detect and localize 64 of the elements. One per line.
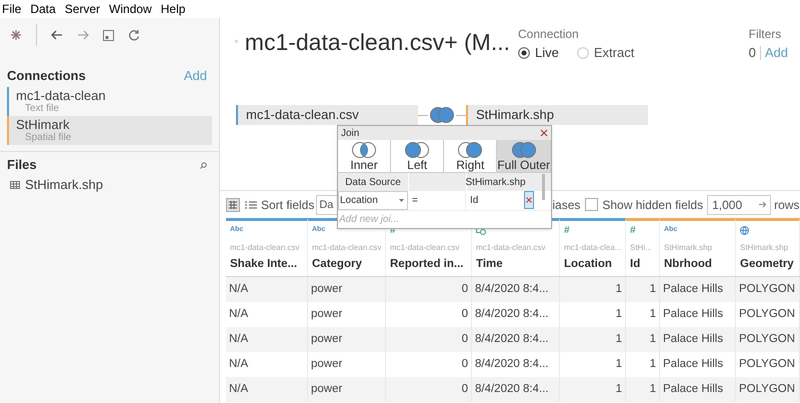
caret-icon [399, 199, 404, 202]
filter-count: 0 [748, 44, 756, 62]
table-cell: Palace Hills [660, 377, 736, 402]
checkbox[interactable] [585, 198, 598, 211]
sort-label: Sort fields [261, 196, 314, 214]
close-icon[interactable] [526, 197, 532, 203]
table-icon [10, 181, 20, 189]
globe-icon [740, 226, 749, 234]
table-pill[interactable]: StHimark.shp [466, 105, 648, 125]
connection-item[interactable]: mc1-data-clean Text file [7, 87, 212, 116]
search-icon[interactable] [200, 162, 207, 168]
rows-label: rows [774, 196, 800, 214]
remove-button[interactable] [524, 191, 534, 209]
radio-label[interactable]: Extract [594, 43, 634, 62]
table-pill[interactable]: mc1-data-clean.csv [236, 105, 418, 125]
table-cell: 8/4/2020 8:4... [472, 377, 560, 402]
field-dropdown[interactable]: Id [466, 191, 524, 210]
arrow-icon[interactable] [759, 201, 766, 208]
section-title: Files [7, 156, 37, 174]
radio-button[interactable] [518, 46, 530, 59]
type-icon: # [630, 222, 636, 238]
logo-icon[interactable] [10, 29, 22, 41]
close-icon[interactable] [540, 129, 548, 137]
table-cell: power [308, 377, 386, 402]
menu-item[interactable]: Data [30, 0, 56, 18]
type-icon: # [564, 222, 570, 238]
menu-item[interactable]: Server [64, 0, 100, 18]
table-cell: 0 [386, 377, 472, 402]
grid-view-icon[interactable] [226, 198, 240, 212]
aliases-label[interactable]: iases [552, 196, 580, 214]
rows-field[interactable]: 1,000 [707, 194, 772, 214]
column-heading: StHimark.shp [466, 173, 524, 191]
join-type-button[interactable]: Inner [338, 140, 392, 172]
list-view-icon[interactable] [245, 200, 257, 210]
forward-icon[interactable] [77, 30, 89, 40]
dialog-title: Join [341, 126, 360, 140]
checkbox-label[interactable]: Show hidden fields [602, 196, 704, 214]
filters-label: Filters [748, 27, 782, 42]
venn-icon [510, 140, 538, 158]
menu-item[interactable]: File [2, 0, 22, 18]
file-entry[interactable]: StHimark.shp [25, 175, 104, 195]
venn-icon [456, 140, 484, 158]
column-heading: Data Source [344, 176, 402, 190]
table-cell: POLYGON [736, 377, 800, 402]
join-type-button[interactable]: Full Outer [497, 140, 552, 172]
field-dropdown[interactable]: Location [338, 191, 408, 210]
dialog-scrollbar[interactable] [542, 174, 545, 200]
back-icon[interactable] [51, 30, 63, 40]
venn-icon [403, 140, 432, 158]
venn-icon [350, 140, 378, 158]
join-icon[interactable] [428, 106, 456, 124]
menu-item[interactable]: Help [160, 0, 186, 18]
refresh-icon[interactable] [128, 29, 140, 41]
data-source-title[interactable]: mc1-data-clean.csv+ (M... [244, 27, 510, 57]
connection-label: Connection [518, 27, 580, 42]
section-title: Connections [7, 67, 86, 86]
table-cell: 1 [560, 377, 626, 402]
connection-item[interactable]: StHimark Spatial file [7, 116, 212, 145]
table-cell: 1 [626, 377, 660, 402]
save-icon[interactable] [103, 30, 114, 40]
table-cell: N/A [226, 377, 308, 402]
operator-dropdown[interactable]: = [408, 191, 466, 210]
radio-label[interactable]: Live [535, 43, 559, 62]
menu-item[interactable]: Window [109, 0, 152, 18]
